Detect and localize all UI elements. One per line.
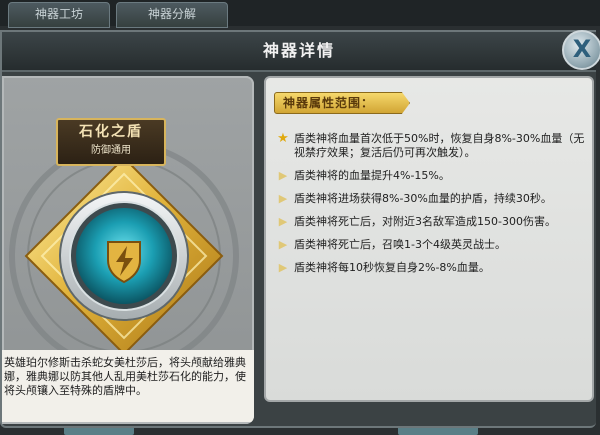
artifact-showcase-panel: 石化之盾 防御通用 英雄珀尔修斯击杀蛇女美杜莎后，将头颅献给雅典娜，雅典娜以防其…	[2, 76, 254, 424]
attribute-text: 盾类神将进场获得8%-30%血量的护盾，持续30秒。	[294, 192, 552, 205]
triangle-bullet-icon: ▶	[278, 238, 288, 251]
artifact-name: 石化之盾	[79, 124, 143, 140]
tab-artifact-workshop[interactable]: 神器工坊	[8, 2, 110, 28]
triangle-bullet-icon: ▶	[278, 261, 288, 274]
triangle-bullet-icon: ▶	[278, 192, 288, 205]
attribute-item: ▶ 盾类神将死亡后，召唤1-3个4级英灵战士。	[276, 238, 588, 252]
attribute-section-header: 神器属性范围：	[274, 92, 410, 114]
dialog-title-bar: 神器详情 X	[2, 30, 600, 72]
close-icon: X	[572, 35, 592, 63]
triangle-bullet-icon: ▶	[278, 169, 288, 182]
background-tab-bar: 神器工坊 神器分解	[0, 0, 600, 28]
attribute-item: ★ 盾类神将血量首次低于50%时，恢复自身8%-30%血量（无视禁疗效果；复活后…	[276, 132, 588, 160]
attribute-item: ▶ 盾类神将进场获得8%-30%血量的护盾，持续30秒。	[276, 192, 588, 206]
close-button[interactable]: X	[562, 30, 600, 70]
artifact-subtitle: 防御通用	[91, 145, 131, 156]
attribute-text: 盾类神将死亡后，对附近3名敌军造成150-300伤害。	[294, 215, 556, 228]
star-icon: ★	[277, 131, 289, 146]
triangle-bullet-icon: ▶	[278, 215, 288, 228]
attribute-item: ▶ 盾类神将的血量提升4%-15%。	[276, 169, 588, 183]
artifact-nameplate: 石化之盾 防御通用	[56, 118, 166, 166]
attribute-text: 盾类神将死亡后，召唤1-3个4级英灵战士。	[294, 238, 506, 251]
dialog-title: 神器详情	[262, 41, 335, 60]
attribute-list: ★ 盾类神将血量首次低于50%时，恢复自身8%-30%血量（无视禁疗效果；复活后…	[276, 132, 588, 284]
attribute-panel: 神器属性范围： ★ 盾类神将血量首次低于50%时，恢复自身8%-30%血量（无视…	[264, 76, 594, 402]
attribute-item: ▶ 盾类神将死亡后，对附近3名敌军造成150-300伤害。	[276, 215, 588, 229]
attribute-text: 盾类神将每10秒恢复自身2%-8%血量。	[294, 261, 490, 274]
tab-artifact-decompose[interactable]: 神器分解	[116, 2, 228, 28]
attribute-item: ▶ 盾类神将每10秒恢复自身2%-8%血量。	[276, 261, 588, 275]
attribute-text: 盾类神将的血量提升4%-15%。	[294, 169, 450, 182]
attribute-text: 盾类神将血量首次低于50%时，恢复自身8%-30%血量（无视禁疗效果；复活后仍可…	[294, 132, 585, 159]
artifact-description: 英雄珀尔修斯击杀蛇女美杜莎后，将头颅献给雅典娜，雅典娜以防其他人乱用美杜莎石化的…	[2, 350, 254, 422]
artifact-detail-dialog: 神器详情 X 石化之盾 防御通用 英雄珀尔修斯击杀蛇女美杜莎后，将头颅献给雅典娜…	[0, 30, 600, 428]
